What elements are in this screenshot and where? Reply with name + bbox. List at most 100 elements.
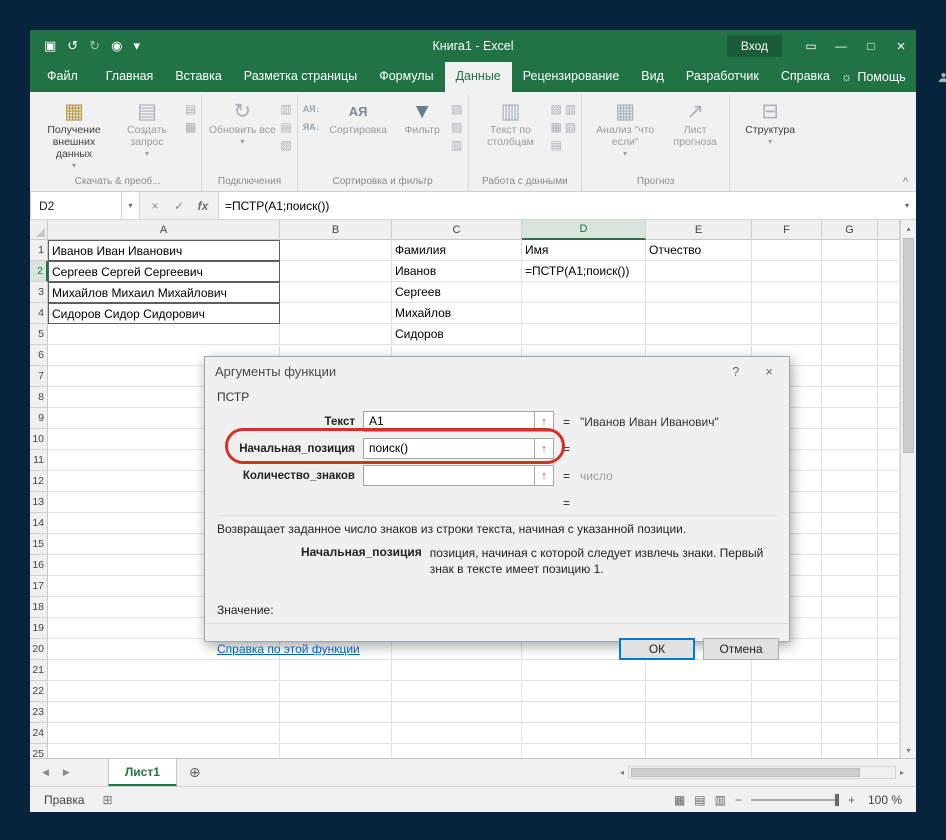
cell-G15[interactable]: [822, 534, 878, 555]
ribbon-tab-Рецензирование[interactable]: Рецензирование: [512, 62, 631, 92]
row-header-19[interactable]: 19: [30, 618, 48, 639]
share-button[interactable]: Поделиться: [938, 70, 946, 84]
clear-filter-icon[interactable]: ▧: [451, 103, 462, 116]
cell-B5[interactable]: [280, 324, 392, 345]
scroll-up-icon[interactable]: ▴: [901, 220, 916, 236]
cell-G5[interactable]: [822, 324, 878, 345]
cell-G13[interactable]: [822, 492, 878, 513]
cell-C25[interactable]: [392, 744, 522, 758]
cell-G17[interactable]: [822, 576, 878, 597]
cell-G16[interactable]: [822, 555, 878, 576]
camera-icon[interactable]: ◉: [111, 38, 122, 54]
row-header-17[interactable]: 17: [30, 576, 48, 597]
dialog-help-icon[interactable]: ?: [732, 364, 739, 379]
row-header-18[interactable]: 18: [30, 597, 48, 618]
cell-G23[interactable]: [822, 702, 878, 723]
flash-fill-icon[interactable]: ▨: [551, 103, 562, 116]
cell-G8[interactable]: [822, 387, 878, 408]
refresh-all-button[interactable]: ↻ Обновить все ▾: [207, 97, 277, 146]
row-header-12[interactable]: 12: [30, 471, 48, 492]
cell-G22[interactable]: [822, 681, 878, 702]
redo-icon[interactable]: ↻: [89, 38, 100, 54]
cell-D21[interactable]: [522, 660, 646, 681]
cell-B3[interactable]: [280, 282, 392, 303]
scroll-down-icon[interactable]: ▾: [901, 742, 916, 758]
row-header-4[interactable]: 4: [30, 303, 48, 324]
new-query-button[interactable]: ▤ Создать запрос ▾: [112, 97, 182, 158]
row-header-11[interactable]: 11: [30, 450, 48, 471]
column-header-F[interactable]: F: [752, 220, 822, 240]
recent-sources-icon[interactable]: ▦: [185, 121, 196, 134]
cell-F23[interactable]: [752, 702, 822, 723]
add-sheet-icon[interactable]: ⊕: [177, 759, 213, 786]
select-all-corner[interactable]: [30, 220, 48, 240]
outline-button[interactable]: ⊟ Структура ▾: [735, 97, 805, 146]
cell-E22[interactable]: [646, 681, 752, 702]
column-header-B[interactable]: B: [280, 220, 392, 240]
zoom-out-icon[interactable]: −: [735, 793, 742, 807]
sheet-nav-left-icon[interactable]: ◀: [42, 767, 49, 778]
cell-D22[interactable]: [522, 681, 646, 702]
cell-G14[interactable]: [822, 513, 878, 534]
cell-G11[interactable]: [822, 450, 878, 471]
enter-entry-icon[interactable]: ✓: [168, 199, 190, 213]
ribbon-display-options-icon[interactable]: ▭: [796, 30, 826, 62]
horizontal-scroll-track[interactable]: [628, 766, 896, 779]
data-validation-icon[interactable]: ▤: [551, 139, 562, 152]
cell-G4[interactable]: [822, 303, 878, 324]
cell-F4[interactable]: [752, 303, 822, 324]
cell-B4[interactable]: [280, 303, 392, 324]
cell-G25[interactable]: [822, 744, 878, 758]
column-header-E[interactable]: E: [646, 220, 752, 240]
cell-G3[interactable]: [822, 282, 878, 303]
cell-A2[interactable]: Сергеев Сергей Сергеевич: [48, 261, 280, 282]
cell-B25[interactable]: [280, 744, 392, 758]
cell-A24[interactable]: [48, 723, 280, 744]
cell-D25[interactable]: [522, 744, 646, 758]
row-header-1[interactable]: 1: [30, 240, 48, 261]
cell-C3[interactable]: Сергеев: [392, 282, 522, 303]
cell-B2[interactable]: [280, 261, 392, 282]
cell-C1[interactable]: Фамилия: [392, 240, 522, 261]
cell-F22[interactable]: [752, 681, 822, 702]
cell-E21[interactable]: [646, 660, 752, 681]
cell-G10[interactable]: [822, 429, 878, 450]
row-header-7[interactable]: 7: [30, 366, 48, 387]
arg-input-2[interactable]: поиск(): [363, 438, 535, 459]
row-header-23[interactable]: 23: [30, 702, 48, 723]
from-table-icon[interactable]: ▤: [185, 103, 196, 116]
cell-G18[interactable]: [822, 597, 878, 618]
cell-D2[interactable]: =ПСТР(A1;поиск()): [522, 261, 646, 282]
arg-input-3[interactable]: [363, 465, 535, 486]
cell-E24[interactable]: [646, 723, 752, 744]
cell-F24[interactable]: [752, 723, 822, 744]
ribbon-tab-Данные[interactable]: Данные: [445, 62, 512, 92]
cell-C21[interactable]: [392, 660, 522, 681]
row-header-13[interactable]: 13: [30, 492, 48, 513]
ribbon-tab-Главная[interactable]: Главная: [95, 62, 165, 92]
cell-A21[interactable]: [48, 660, 280, 681]
connections-icon[interactable]: ▥: [280, 103, 291, 116]
ribbon-tab-Справка[interactable]: Справка: [770, 62, 841, 92]
edit-links-icon[interactable]: ▧: [280, 139, 291, 152]
scroll-right-icon[interactable]: ▸: [896, 768, 908, 777]
column-header-A[interactable]: A: [48, 220, 280, 240]
row-header-9[interactable]: 9: [30, 408, 48, 429]
remove-duplicates-icon[interactable]: ▦: [551, 121, 562, 134]
cell-G1[interactable]: [822, 240, 878, 261]
cell-E3[interactable]: [646, 282, 752, 303]
row-header-21[interactable]: 21: [30, 660, 48, 681]
column-header-D[interactable]: D: [522, 220, 646, 240]
cell-F1[interactable]: [752, 240, 822, 261]
vertical-scroll-thumb[interactable]: [903, 238, 914, 453]
cell-D24[interactable]: [522, 723, 646, 744]
consolidate-icon[interactable]: ▥: [565, 103, 576, 116]
collapse-dialog-icon[interactable]: ↑: [535, 465, 554, 486]
tellme-label[interactable]: Помощь: [857, 70, 905, 84]
cell-G2[interactable]: [822, 261, 878, 282]
cell-C4[interactable]: Михайлов: [392, 303, 522, 324]
cell-G9[interactable]: [822, 408, 878, 429]
cell-C2[interactable]: Иванов: [392, 261, 522, 282]
cell-F3[interactable]: [752, 282, 822, 303]
ribbon-tab-Вставка[interactable]: Вставка: [164, 62, 232, 92]
